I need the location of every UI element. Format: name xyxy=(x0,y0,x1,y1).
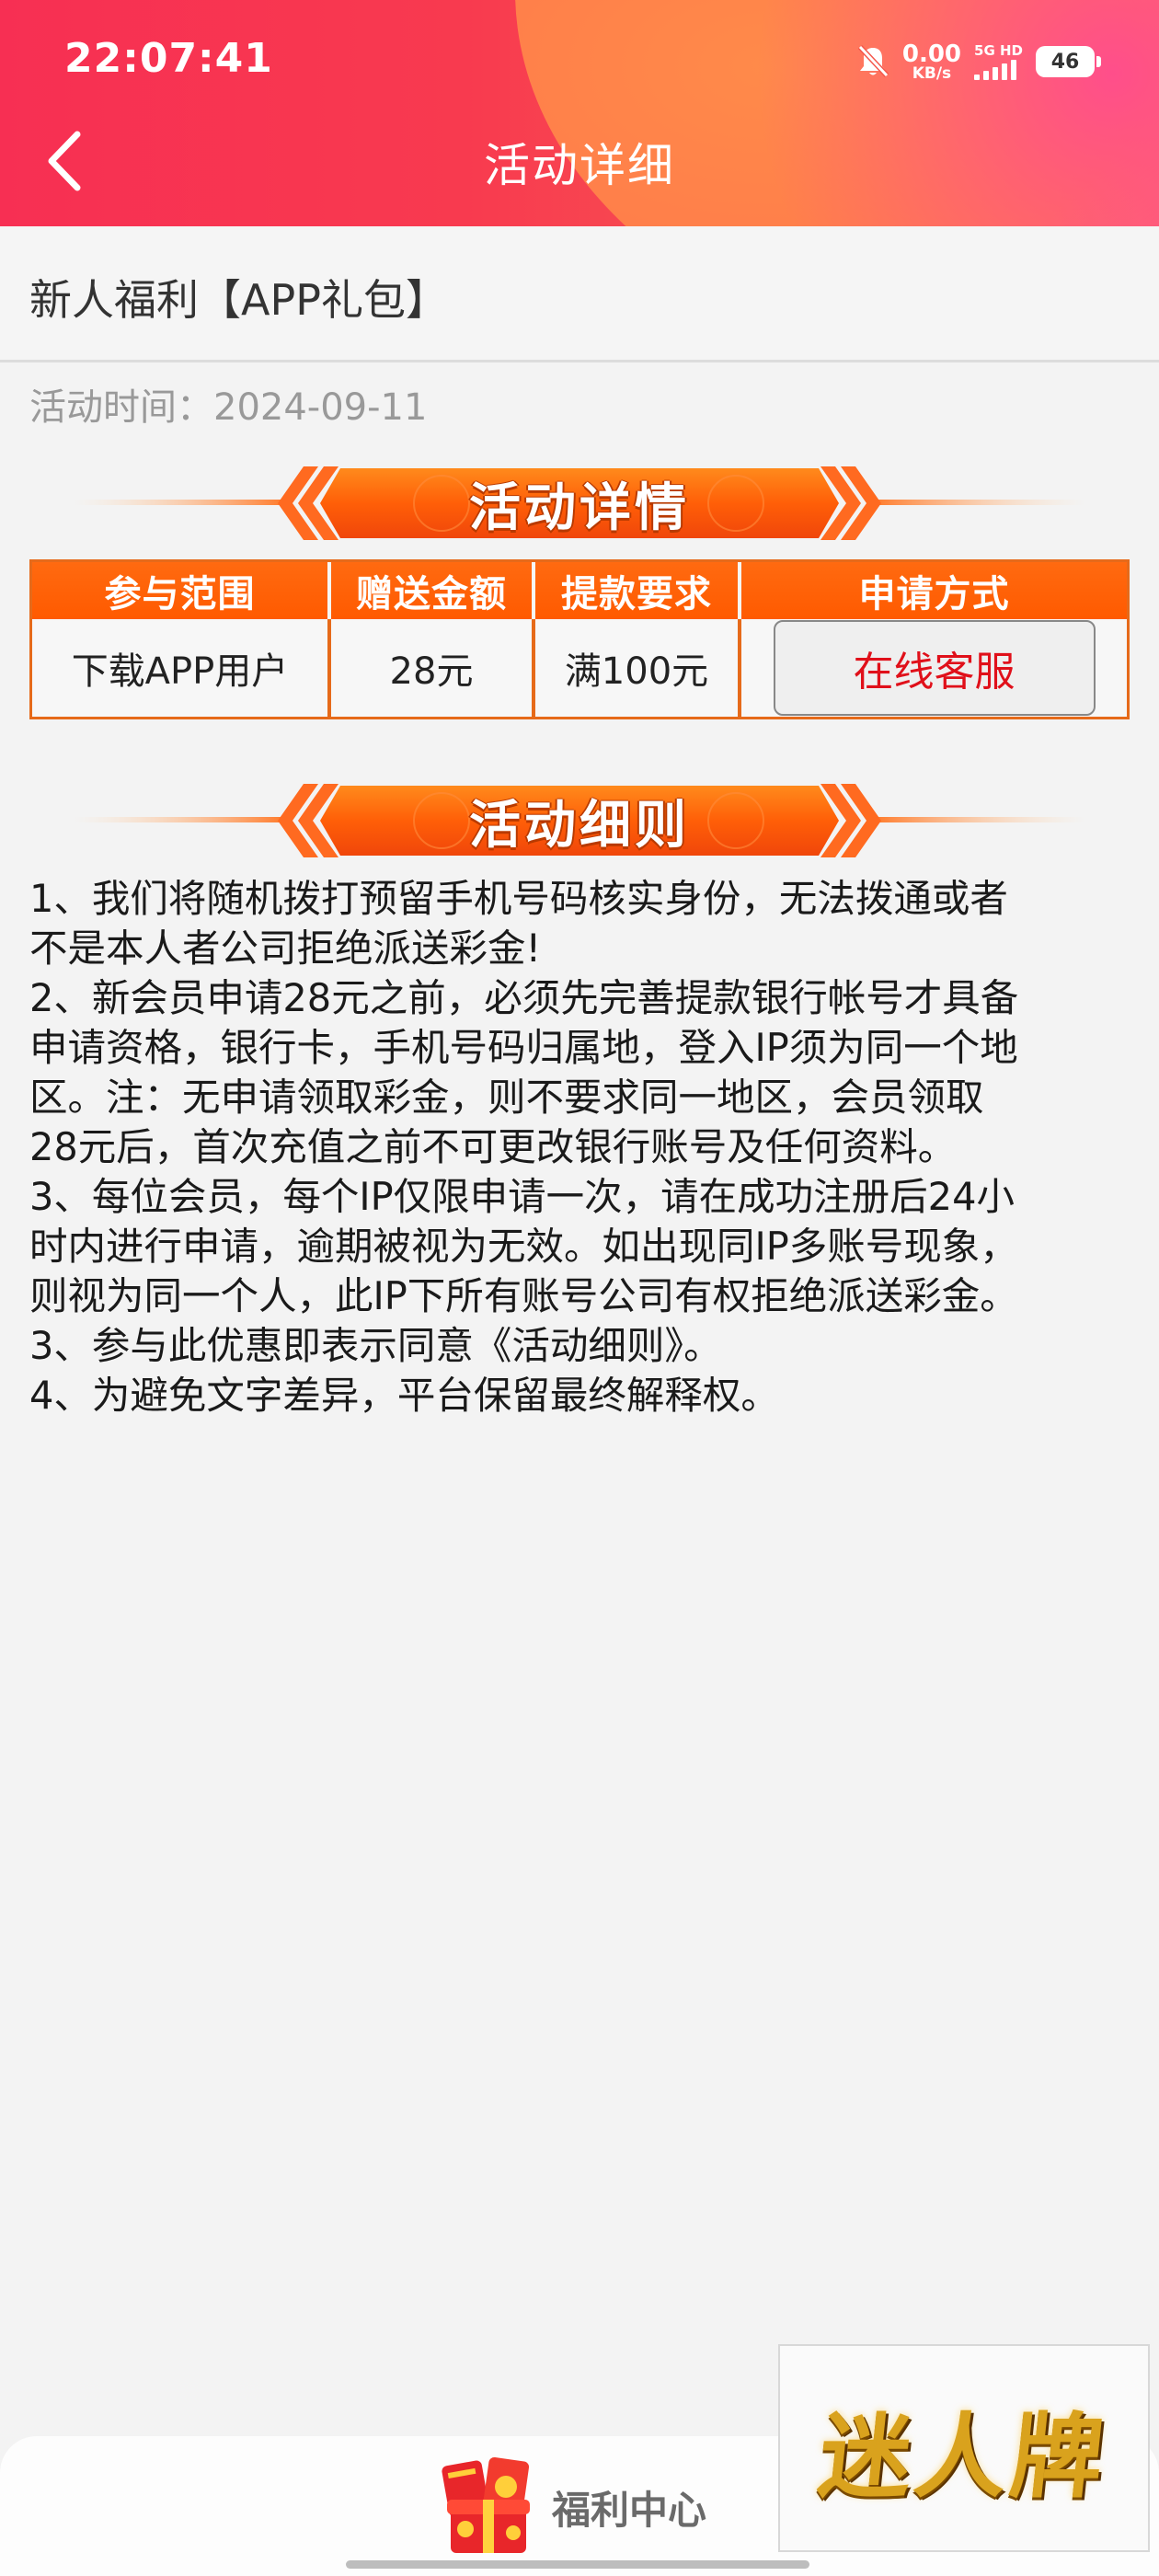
table-row: 下载APP用户 28元 满100元 在线客服 xyxy=(32,619,1127,717)
rule-line: 2、新会员申请28元之前，必须先完善提款银行帐号才具备 xyxy=(29,975,1019,1020)
details-banner: 活动详情 xyxy=(74,465,1085,542)
battery-icon: 46 xyxy=(1036,46,1101,77)
rule-line: 3、每位会员，每个IP仅限申请一次，请在成功注册后24小 xyxy=(29,1174,1015,1219)
rule-line: 4、为避免文字差异，平台保留最终解释权。 xyxy=(29,1373,779,1418)
table-cell-scope: 下载APP用户 xyxy=(32,619,331,717)
rule-line: 28元后，首次充值之前不可更改银行账号及任何资料。 xyxy=(29,1124,957,1169)
net-speed-value: 0.00 xyxy=(901,40,962,68)
table-cell-amount: 28元 xyxy=(331,619,535,717)
brand-logo-text: 迷人牌 xyxy=(813,2401,1113,2511)
table-header-row: 参与范围 赠送金额 提款要求 申请方式 xyxy=(32,562,1127,619)
net-speed-unit: KB/s xyxy=(912,63,952,83)
gift-box-icon xyxy=(442,2456,530,2553)
promo-info-table: 参与范围 赠送金额 提款要求 申请方式 下载APP用户 28元 满100元 在线… xyxy=(29,559,1130,719)
rule-line: 区。注：无申请领取彩金，则不要求同一地区，会员领取 xyxy=(29,1075,984,1120)
signal-bars-icon xyxy=(974,59,1017,80)
status-time: 22:07:41 xyxy=(64,35,273,82)
promo-title-section: 新人福利【APP礼包】 xyxy=(0,226,1159,362)
home-indicator[interactable] xyxy=(346,2560,809,2569)
table-cell-requirement: 满100元 xyxy=(535,619,741,717)
battery-level: 46 xyxy=(1050,50,1080,74)
welfare-center-button[interactable]: 福利中心 xyxy=(432,2447,706,2567)
app-header: 22:07:41 0.00 KB/s 5G HD 46 活动详细 xyxy=(0,0,1159,226)
promo-time: 活动时间：2024-09-11 xyxy=(29,386,428,429)
status-icons: 0.00 KB/s 5G HD 46 xyxy=(856,39,1101,85)
rule-line: 申请资格，银行卡，手机号码归属地，登入IP须为同一个地 xyxy=(29,1025,1018,1070)
brand-logo: 迷人牌 xyxy=(778,2344,1150,2552)
welfare-center-label: 福利中心 xyxy=(552,2487,707,2533)
signal-indicator: 5G HD xyxy=(974,41,1023,80)
table-cell-apply-method: 在线客服 xyxy=(741,619,1127,717)
rule-line: 3、参与此优惠即表示同意《活动细则》。 xyxy=(29,1323,722,1368)
rules-banner-title: 活动细则 xyxy=(469,795,690,856)
rule-line: 1、我们将随机拨打预留手机号码核实身份，无法拨通或者 xyxy=(29,876,1008,921)
rule-line: 则视为同一个人，此IP下所有账号公司有权拒绝派送彩金。 xyxy=(29,1273,1018,1318)
table-header-amount: 赠送金额 xyxy=(331,562,535,619)
promo-title: 新人福利【APP礼包】 xyxy=(29,275,448,325)
online-support-button[interactable]: 在线客服 xyxy=(773,620,1096,716)
mute-bell-icon xyxy=(857,44,889,78)
net-speed: 0.00 KB/s xyxy=(902,42,961,82)
table-header-requirement: 提款要求 xyxy=(535,562,741,619)
rules-banner: 活动细则 xyxy=(74,782,1085,859)
details-banner-title: 活动详情 xyxy=(469,477,690,538)
page-title: 活动详细 xyxy=(484,139,675,192)
rule-line: 时内进行申请，逾期被视为无效。如出现同IP多账号现象， xyxy=(29,1224,1018,1269)
network-type-label: 5G HD xyxy=(974,41,1023,59)
rule-line: 不是本人者公司拒绝派送彩金! xyxy=(29,926,542,971)
table-header-scope: 参与范围 xyxy=(32,562,331,619)
table-header-apply-method: 申请方式 xyxy=(858,573,1010,615)
rules-text: 1、我们将随机拨打预留手机号码核实身份，无法拨通或者 不是本人者公司拒绝派送彩金… xyxy=(29,874,1133,1420)
